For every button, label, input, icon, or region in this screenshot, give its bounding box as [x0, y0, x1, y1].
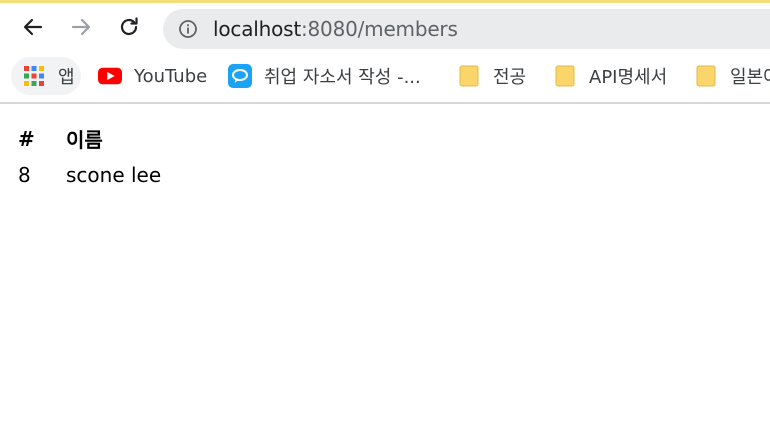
header-name: 이름 [66, 128, 103, 152]
member-id: 8 [18, 163, 38, 187]
bookmark-label: 앱 [58, 67, 75, 88]
bookmark-label: YouTube [134, 65, 208, 87]
url-path: :8080/members [300, 17, 458, 41]
bookmark-label: 취업 자소서 작성 -... [264, 67, 421, 88]
youtube-icon [98, 64, 122, 88]
page-content: # 이름 8 scone lee [18, 104, 770, 429]
bookmark-folder-japanese[interactable]: 일본어 [694, 61, 770, 91]
bookmark-label: API명세서 [589, 67, 668, 88]
bookmark-youtube[interactable]: YouTube [98, 61, 207, 91]
folder-icon [457, 64, 481, 88]
table-header-row: # 이름 [18, 122, 161, 157]
url-host: localhost [213, 17, 301, 41]
bookmark-apps[interactable]: 앱 [22, 61, 75, 91]
address-bar[interactable]: localhost:8080/members [163, 9, 770, 49]
arrow-left-icon [23, 18, 43, 36]
bookmark-label: 일본어 [730, 67, 770, 88]
arrow-right-icon [71, 18, 91, 36]
url-text[interactable]: localhost:8080/members [213, 9, 458, 49]
members-table: # 이름 8 scone lee [18, 122, 161, 188]
bookmark-folder-major[interactable]: 전공 [457, 61, 526, 91]
info-icon[interactable] [178, 19, 198, 39]
folder-icon [694, 64, 718, 88]
reload-icon [120, 17, 138, 36]
bookmark-folder-api-spec[interactable]: API명세서 [553, 61, 667, 91]
bookmark-job-essay[interactable]: 취업 자소서 작성 -... [228, 61, 421, 91]
browser-chrome: localhost:8080/members 앱 YouTube 취업 자소서 … [0, 0, 770, 104]
apps-grid-icon [22, 64, 46, 88]
back-button[interactable] [18, 12, 48, 42]
header-id: # [18, 126, 35, 151]
chat-bubble-icon [228, 64, 252, 88]
member-name: scone lee [66, 163, 162, 187]
forward-button[interactable] [66, 12, 96, 42]
bookmarks-bar: 앱 YouTube 취업 자소서 작성 -... 전공 API명세서 일본 [0, 53, 770, 101]
folder-icon [553, 64, 577, 88]
browser-toolbar: localhost:8080/members [0, 3, 770, 53]
bookmark-label: 전공 [493, 67, 527, 88]
reload-button[interactable] [114, 12, 144, 42]
table-row: 8 scone lee [18, 157, 161, 187]
